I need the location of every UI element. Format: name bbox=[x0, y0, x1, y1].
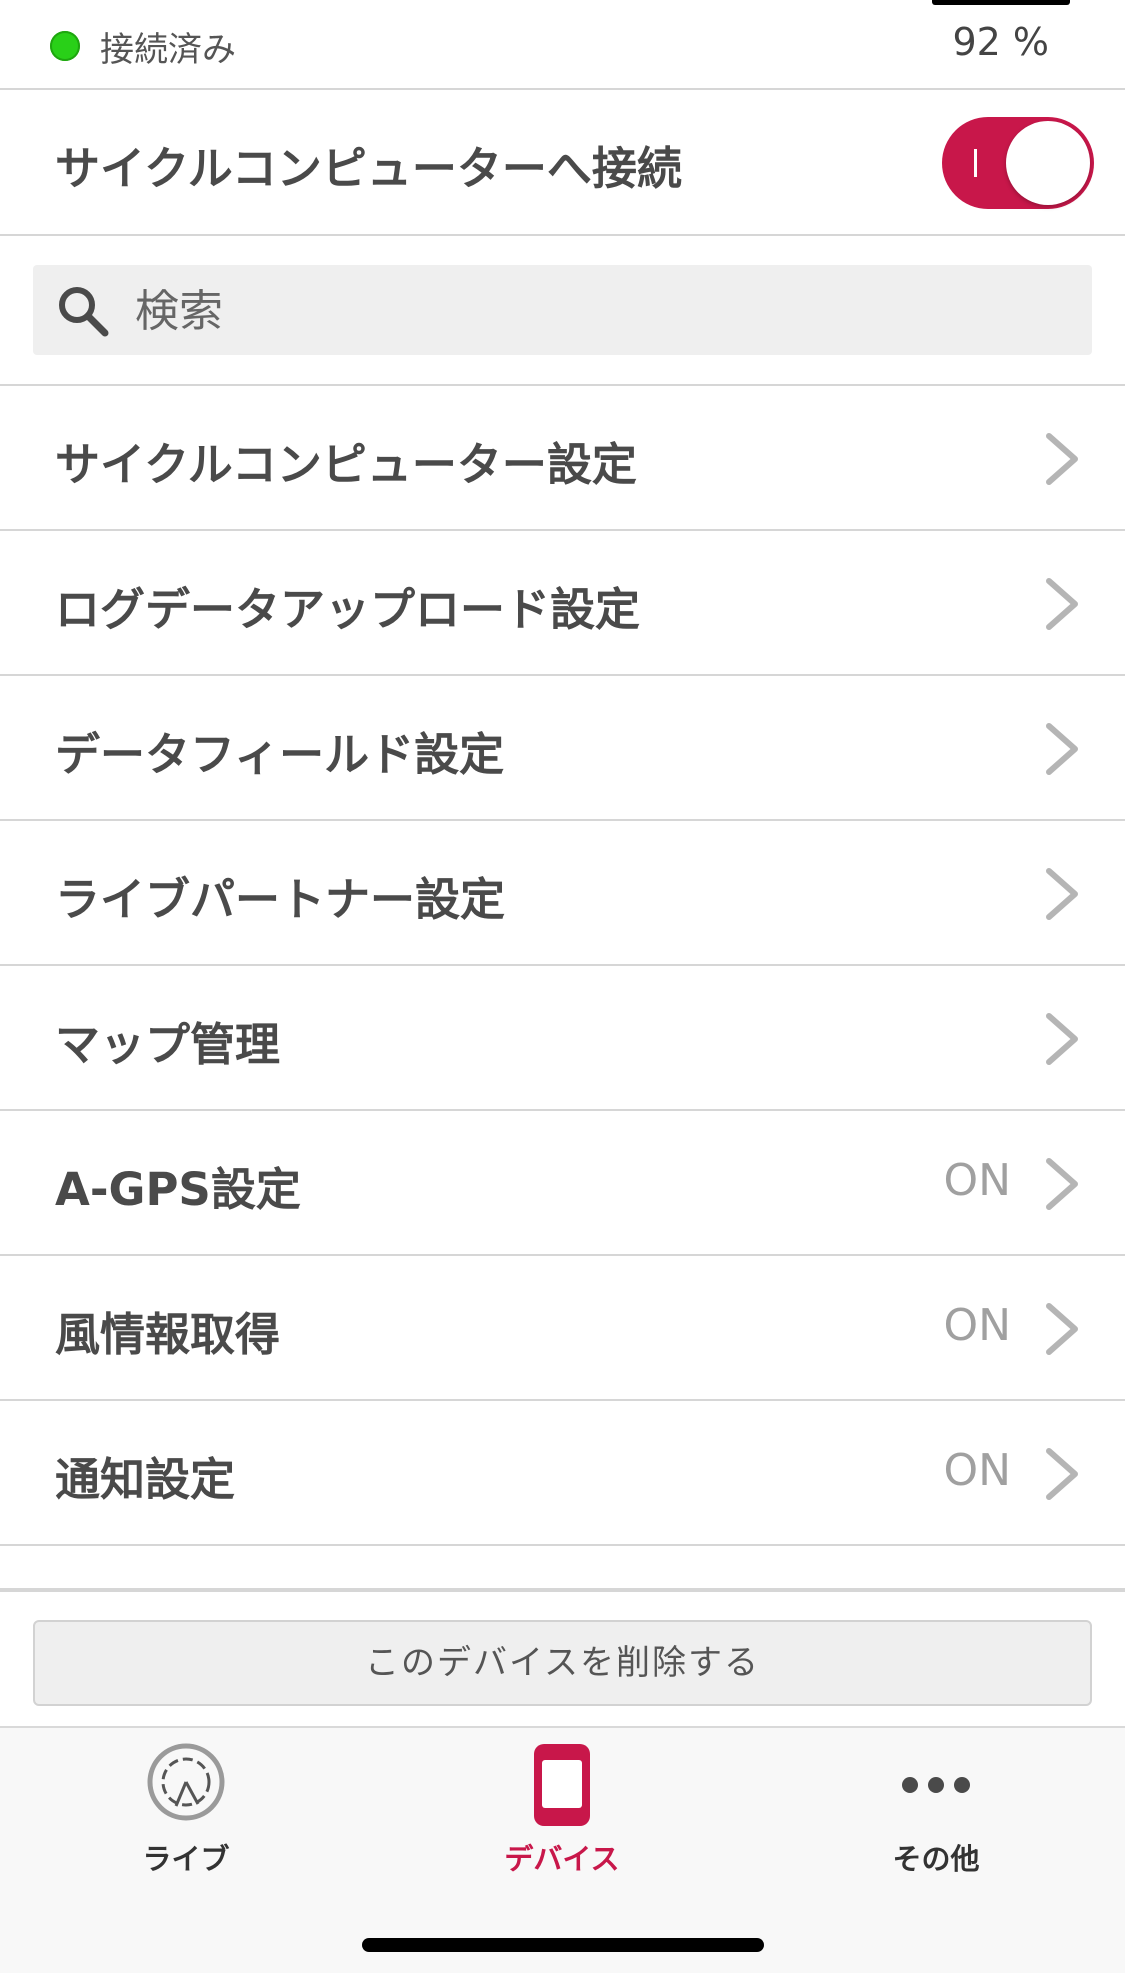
menu-item-label: サイクルコンピューター設定 bbox=[55, 438, 637, 491]
tab-label: その他 bbox=[892, 1842, 980, 1876]
tab-live[interactable]: ライブ bbox=[56, 1728, 316, 1888]
chevron-right-icon bbox=[1046, 1158, 1078, 1210]
menu-item-cycle-computer-settings[interactable]: サイクルコンピューター設定 bbox=[0, 386, 1125, 531]
toggle-knob[interactable] bbox=[1006, 121, 1090, 205]
menu-item-label: マップ管理 bbox=[55, 1018, 281, 1071]
search-bar[interactable] bbox=[33, 265, 1092, 355]
chevron-right-icon bbox=[1046, 433, 1078, 485]
menu-item-label: 風情報取得 bbox=[55, 1308, 281, 1361]
menu-item-notification-settings[interactable]: 通知設定 ON bbox=[0, 1401, 1125, 1546]
settings-menu: サイクルコンピューター設定 ログデータアップロード設定 データフィールド設定 ラ… bbox=[0, 386, 1125, 1546]
status-bar: 接続済み 92 % bbox=[0, 0, 1125, 90]
tab-label: ライブ bbox=[142, 1842, 230, 1876]
device-icon bbox=[534, 1744, 590, 1826]
connection-status-icon bbox=[50, 31, 80, 61]
chevron-right-icon bbox=[1046, 578, 1078, 630]
menu-item-label: ライブパートナー設定 bbox=[55, 873, 506, 926]
tab-label: デバイス bbox=[504, 1842, 620, 1876]
menu-item-value: ON bbox=[943, 1155, 1011, 1206]
connect-row: サイクルコンピューターへ接続 bbox=[0, 90, 1125, 236]
tab-more[interactable]: その他 bbox=[806, 1728, 1066, 1888]
search-input[interactable] bbox=[133, 275, 1037, 347]
delete-device-button[interactable]: このデバイスを削除する bbox=[33, 1620, 1092, 1706]
connect-toggle[interactable] bbox=[942, 117, 1094, 209]
menu-item-agps-settings[interactable]: A-GPS設定 ON bbox=[0, 1111, 1125, 1256]
menu-item-label: A-GPS設定 bbox=[55, 1163, 301, 1216]
menu-item-wind-info[interactable]: 風情報取得 ON bbox=[0, 1256, 1125, 1401]
home-indicator bbox=[362, 1938, 764, 1952]
menu-item-label: データフィールド設定 bbox=[55, 728, 505, 781]
live-icon bbox=[147, 1743, 225, 1821]
chevron-right-icon bbox=[1046, 1448, 1078, 1500]
tab-device[interactable]: デバイス bbox=[432, 1728, 692, 1888]
toggle-on-mark bbox=[974, 149, 977, 177]
battery-indicator-bar bbox=[932, 0, 1070, 5]
menu-item-value: ON bbox=[943, 1445, 1011, 1496]
search-icon bbox=[59, 287, 109, 337]
search-section bbox=[0, 236, 1125, 386]
menu-item-value: ON bbox=[943, 1300, 1011, 1351]
connection-status-text: 接続済み bbox=[100, 30, 236, 70]
menu-item-label: ログデータアップロード設定 bbox=[55, 583, 641, 636]
chevron-right-icon bbox=[1046, 1303, 1078, 1355]
more-icon bbox=[902, 1777, 970, 1793]
chevron-right-icon bbox=[1046, 1013, 1078, 1065]
menu-item-map-management[interactable]: マップ管理 bbox=[0, 966, 1125, 1111]
menu-item-data-field-settings[interactable]: データフィールド設定 bbox=[0, 676, 1125, 821]
menu-item-live-partner-settings[interactable]: ライブパートナー設定 bbox=[0, 821, 1125, 966]
tab-bar: ライブ デバイス その他 bbox=[0, 1726, 1125, 1973]
battery-level: 92 % bbox=[952, 20, 1049, 64]
delete-section: このデバイスを削除する bbox=[0, 1588, 1125, 1728]
chevron-right-icon bbox=[1046, 868, 1078, 920]
menu-item-log-upload-settings[interactable]: ログデータアップロード設定 bbox=[0, 531, 1125, 676]
chevron-right-icon bbox=[1046, 723, 1078, 775]
connect-label: サイクルコンピューターへ接続 bbox=[55, 142, 682, 195]
menu-item-label: 通知設定 bbox=[55, 1453, 236, 1506]
